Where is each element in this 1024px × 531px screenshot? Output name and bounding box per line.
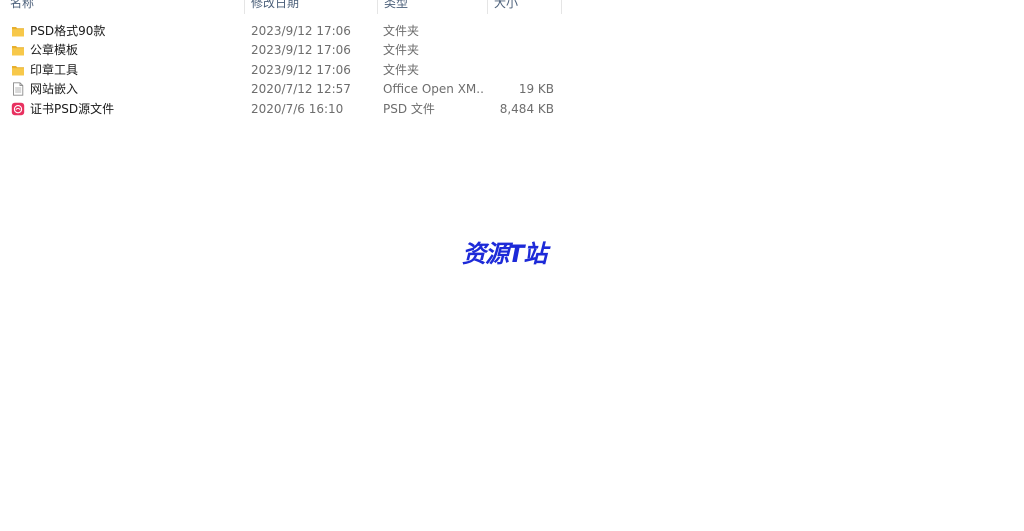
file-name: 公章模板: [30, 43, 79, 58]
column-header-row: 名称 修改日期 类型 大小: [0, 0, 562, 14]
folder-icon: [11, 41, 27, 60]
file-date: 2020/7/6 16:10: [251, 101, 344, 116]
file-row[interactable]: 印章工具 2023/9/12 17:06 文件夹: [0, 61, 562, 80]
file-row[interactable]: 网站嵌入 2020/7/12 12:57 Office Open XM... 1…: [0, 80, 562, 99]
file-size: 19 KB: [518, 82, 554, 97]
file-date: 2023/9/12 17:06: [251, 24, 351, 38]
file-row[interactable]: 公章模板 2023/9/12 17:06 文件夹: [0, 41, 562, 60]
file-type: PSD 文件: [383, 101, 435, 116]
document-icon: [11, 80, 27, 99]
file-explorer: 名称 修改日期 类型 大小 PSD格式90款 2023/9/12 17:06 文…: [0, 0, 1024, 531]
file-date: 2020/7/12 12:57: [251, 82, 351, 97]
column-header-date[interactable]: 修改日期: [245, 0, 378, 14]
file-name: PSD格式90款: [30, 24, 106, 38]
file-name: 印章工具: [30, 62, 79, 77]
folder-icon: [11, 22, 27, 41]
file-type: Office Open XM...: [383, 82, 483, 97]
file-date: 2023/9/12 17:06: [251, 62, 351, 77]
file-list: PSD格式90款 2023/9/12 17:06 文件夹 公章模板 2023/9…: [0, 22, 562, 119]
file-row[interactable]: PSD格式90款 2023/9/12 17:06 文件夹: [0, 22, 562, 41]
file-name: 网站嵌入: [30, 82, 79, 97]
column-header-size[interactable]: 大小: [488, 0, 562, 14]
file-size: 8,484 KB: [499, 101, 554, 116]
column-header-name[interactable]: 名称: [4, 0, 245, 14]
watermark-text: 资源T站: [462, 240, 547, 268]
column-header-type[interactable]: 类型: [378, 0, 488, 14]
file-type: 文件夹: [383, 62, 420, 77]
folder-icon: [11, 61, 27, 80]
file-type: 文件夹: [383, 43, 420, 58]
file-type: 文件夹: [383, 24, 420, 38]
file-row[interactable]: 证书PSD源文件 2020/7/6 16:10 PSD 文件 8,484 KB: [0, 100, 562, 119]
psd-file-icon: [11, 100, 27, 119]
file-name: 证书PSD源文件: [30, 101, 115, 116]
file-date: 2023/9/12 17:06: [251, 43, 351, 58]
